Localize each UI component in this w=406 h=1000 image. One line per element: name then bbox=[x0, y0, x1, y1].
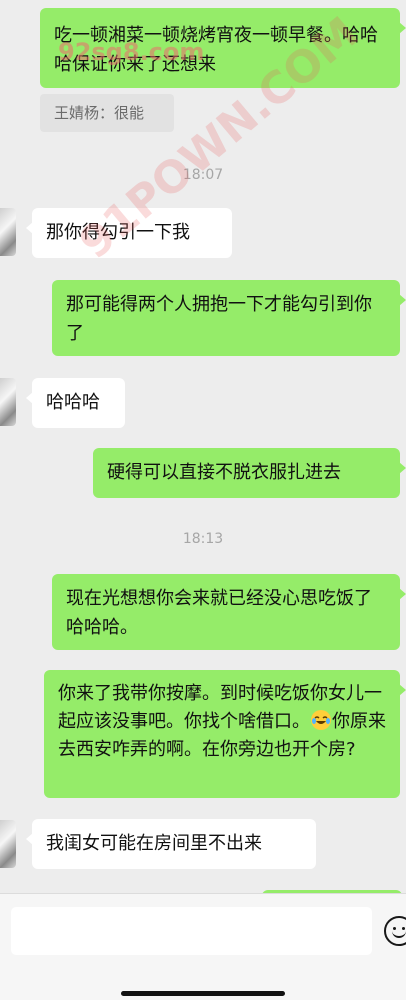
message-text: 吃一顿湘菜一顿烧烤宵夜一顿早餐。哈哈哈保证你来了还想来 bbox=[54, 25, 378, 75]
message-bubble-outgoing[interactable]: 硬得可以直接不脱衣服扎进去 bbox=[93, 448, 406, 498]
message-bubble-outgoing[interactable]: 你来了我带你按摩。到时候吃饭你女儿一起应该没事吧。你找个啥借口。😂你原来去西安咋… bbox=[44, 670, 406, 798]
message-text: 我闺女可能在房间里不出来 bbox=[46, 833, 262, 854]
home-indicator[interactable] bbox=[121, 991, 285, 996]
message-bubble-incoming[interactable]: 我闺女可能在房间里不出来 bbox=[26, 819, 316, 869]
message-bubble-incoming[interactable]: 哈哈哈 bbox=[26, 378, 125, 428]
emoji-icon[interactable] bbox=[384, 916, 406, 946]
chat-screen: 吃一顿湘菜一顿烧烤宵夜一顿早餐。哈哈哈保证你来了还想来 王婧杨：很能 18:07… bbox=[0, 0, 406, 1000]
quoted-reply-text: 王婧杨：很能 bbox=[54, 104, 145, 122]
contact-avatar[interactable] bbox=[0, 208, 16, 256]
message-text: 现在光想想你会来就已经没心思吃饭了哈哈哈。 bbox=[66, 588, 372, 638]
message-text: 那可能得两个人拥抱一下才能勾引到你了 bbox=[66, 294, 372, 344]
message-input-bar bbox=[0, 893, 406, 1000]
message-bubble-outgoing[interactable]: 吃一顿湘菜一顿烧烤宵夜一顿早餐。哈哈哈保证你来了还想来 bbox=[40, 8, 406, 88]
message-bubble-outgoing[interactable]: 那可能得两个人拥抱一下才能勾引到你了 bbox=[52, 280, 406, 356]
message-bubble-outgoing[interactable]: 现在光想想你会来就已经没心思吃饭了哈哈哈。 bbox=[52, 574, 406, 650]
message-bubble-incoming[interactable]: 那你得勾引一下我 bbox=[26, 208, 232, 258]
message-text: 哈哈哈 bbox=[46, 392, 100, 413]
quoted-reply[interactable]: 王婧杨：很能 bbox=[40, 94, 174, 132]
contact-avatar[interactable] bbox=[0, 378, 16, 426]
message-input[interactable] bbox=[11, 907, 372, 955]
contact-avatar[interactable] bbox=[0, 820, 16, 868]
timestamp: 18:13 bbox=[182, 531, 224, 547]
message-text: 硬得可以直接不脱衣服扎进去 bbox=[107, 462, 341, 483]
timestamp: 18:07 bbox=[182, 167, 224, 183]
laughing-tears-emoji-icon: 😂 bbox=[311, 710, 331, 730]
message-text: 那你得勾引一下我 bbox=[46, 222, 190, 243]
